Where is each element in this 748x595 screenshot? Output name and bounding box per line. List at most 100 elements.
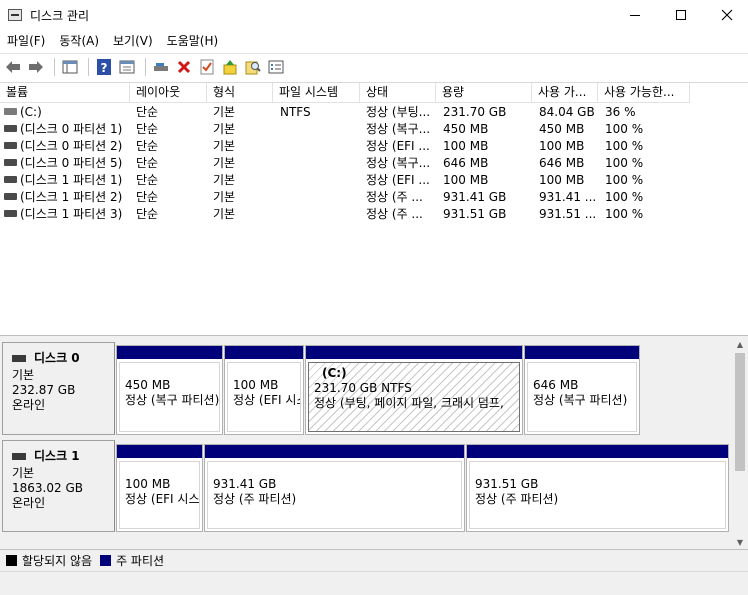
volume-type: 기본 <box>213 207 236 221</box>
volume-capacity: 931.51 GB <box>443 207 507 221</box>
volume-type: 기본 <box>213 139 236 153</box>
delete-button[interactable] <box>174 57 194 77</box>
menu-file[interactable]: 파일(F) <box>0 31 52 51</box>
column-header-status[interactable]: 상태 <box>360 83 436 103</box>
partition-size: 100 MB <box>233 378 279 392</box>
up-level-button[interactable] <box>220 57 240 77</box>
partition-size: 931.51 GB <box>475 477 539 491</box>
column-header-percent-free[interactable]: 사용 가능한... <box>598 83 690 103</box>
volume-percent-free: 100 % <box>605 207 644 221</box>
column-header-capacity[interactable]: 용량 <box>436 83 532 103</box>
partition-status: 정상 (복구 파티션) <box>533 393 628 407</box>
volume-status: 정상 (복구... <box>366 156 431 170</box>
column-header-layout[interactable]: 레이아웃 <box>130 83 207 103</box>
volume-layout: 단순 <box>136 139 159 153</box>
volume-capacity: 450 MB <box>443 122 489 136</box>
volume-free-space: 100 MB <box>539 173 585 187</box>
list-button[interactable] <box>266 57 286 77</box>
partition-block[interactable]: 100 MB 정상 (EFI 시스 <box>116 444 203 532</box>
volume-file-system <box>280 172 360 189</box>
volume-free-space: 646 MB <box>539 156 585 170</box>
connect-drive-icon <box>154 62 168 71</box>
scrollbar-thumb[interactable] <box>735 353 745 471</box>
volume-layout: 단순 <box>136 207 159 221</box>
volume-row[interactable]: (디스크 0 파티션 5) 단순 기본 정상 (복구... 646 MB 646… <box>0 155 748 172</box>
column-header-type[interactable]: 형식 <box>207 83 273 103</box>
disk-info-panel[interactable]: 디스크 0 기본 232.87 GB 온라인 <box>2 342 115 435</box>
volume-row[interactable]: (디스크 1 파티션 1) 단순 기본 정상 (EFI ... 100 MB 1… <box>0 172 748 189</box>
minimize-icon <box>630 14 640 16</box>
column-header-volume[interactable]: 볼륨 <box>0 83 130 103</box>
volume-row[interactable]: (디스크 1 파티션 3) 단순 기본 정상 (주 ... 931.51 GB … <box>0 206 748 223</box>
check-button[interactable] <box>197 57 217 77</box>
menu-action[interactable]: 동작(A) <box>52 31 106 51</box>
volume-name: (디스크 0 파티션 2) <box>20 139 123 153</box>
console-tree-icon <box>62 60 78 73</box>
minimize-button[interactable] <box>612 0 658 30</box>
volume-type: 기본 <box>213 190 236 204</box>
primary-partition-bar <box>306 346 522 359</box>
back-button[interactable] <box>3 57 23 77</box>
volume-row[interactable]: (디스크 1 파티션 2) 단순 기본 정상 (주 ... 931.41 GB … <box>0 189 748 206</box>
search-icon <box>245 61 261 74</box>
volume-percent-free: 100 % <box>605 139 644 153</box>
partition-block[interactable]: 931.51 GB 정상 (주 파티션) <box>466 444 729 532</box>
partition-block[interactable]: 450 MB 정상 (복구 파티션) <box>116 345 223 435</box>
volume-name: (C:) <box>20 105 42 119</box>
connect-drive-button[interactable] <box>151 57 171 77</box>
volume-free-space: 931.51 ... <box>539 207 597 221</box>
volume-percent-free: 100 % <box>605 190 644 204</box>
partition-size: 931.41 GB <box>213 477 277 491</box>
disk-icon <box>12 453 26 460</box>
volume-row[interactable]: (C:) 단순 기본 NTFS 정상 (부팅... 231.70 GB 84.0… <box>0 104 748 121</box>
toolbar-separator <box>54 57 55 76</box>
volume-row[interactable]: (디스크 0 파티션 1) 단순 기본 정상 (복구... 450 MB 450… <box>0 121 748 138</box>
disk-row: 디스크 0 기본 232.87 GB 온라인 450 MB 정상 (복구 파티션… <box>0 342 734 435</box>
graph-pane-scrollbar[interactable]: ▲ ▼ <box>732 336 748 550</box>
help-button[interactable]: ? <box>94 57 114 77</box>
console-tree-button[interactable] <box>60 57 80 77</box>
menu-help[interactable]: 도움말(H) <box>160 31 226 51</box>
volume-layout: 단순 <box>136 105 159 119</box>
volume-row[interactable]: (디스크 0 파티션 2) 단순 기본 정상 (EFI ... 100 MB 1… <box>0 138 748 155</box>
volume-free-space: 84.04 GB <box>539 105 595 119</box>
partition-block[interactable]: 931.41 GB 정상 (주 파티션) <box>204 444 465 532</box>
column-header-file-system[interactable]: 파일 시스템 <box>273 83 360 103</box>
volume-icon <box>4 125 17 132</box>
forward-button[interactable] <box>26 57 46 77</box>
unallocated-swatch <box>6 555 17 566</box>
partition-block-selected[interactable]: (C:) 231.70 GB NTFS 정상 (부팅, 페이지 파일, 크래시 … <box>305 345 523 435</box>
volume-status: 정상 (주 ... <box>366 207 423 221</box>
partition-status: 정상 (주 파티션) <box>475 492 559 506</box>
scroll-up-arrow-icon[interactable]: ▲ <box>732 336 748 352</box>
maximize-button[interactable] <box>658 0 704 30</box>
volume-layout: 단순 <box>136 156 159 170</box>
disk-icon <box>12 355 26 362</box>
partition-block[interactable]: 646 MB 정상 (복구 파티션) <box>524 345 640 435</box>
volume-file-system <box>280 155 360 172</box>
primary-partition-swatch <box>100 555 112 566</box>
properties-icon <box>119 60 135 73</box>
menu-view[interactable]: 보기(V) <box>106 31 160 51</box>
search-button[interactable] <box>243 57 263 77</box>
volume-percent-free: 100 % <box>605 156 644 170</box>
toolbar-separator <box>145 57 146 76</box>
volume-status: 정상 (주 ... <box>366 190 423 204</box>
disk-name: 디스크 0 <box>34 351 80 365</box>
close-button[interactable] <box>704 0 748 30</box>
volume-status: 정상 (복구... <box>366 122 431 136</box>
volume-percent-free: 100 % <box>605 173 644 187</box>
disk-status: 온라인 <box>12 398 46 412</box>
svg-text:?: ? <box>101 61 108 75</box>
volume-name: (디스크 1 파티션 3) <box>20 207 123 221</box>
partition-status: 정상 (EFI 시스 <box>233 393 301 407</box>
partition-size: 231.70 GB NTFS <box>314 381 412 395</box>
disk-name: 디스크 1 <box>34 449 80 463</box>
delete-icon <box>177 60 191 73</box>
disk-info-panel[interactable]: 디스크 1 기본 1863.02 GB 온라인 <box>2 440 115 532</box>
volume-file-system <box>280 206 360 223</box>
column-header-free-space[interactable]: 사용 가... <box>532 83 598 103</box>
scroll-down-arrow-icon[interactable]: ▼ <box>732 534 748 550</box>
properties-button[interactable] <box>117 57 137 77</box>
partition-block[interactable]: 100 MB 정상 (EFI 시스 <box>224 345 304 435</box>
